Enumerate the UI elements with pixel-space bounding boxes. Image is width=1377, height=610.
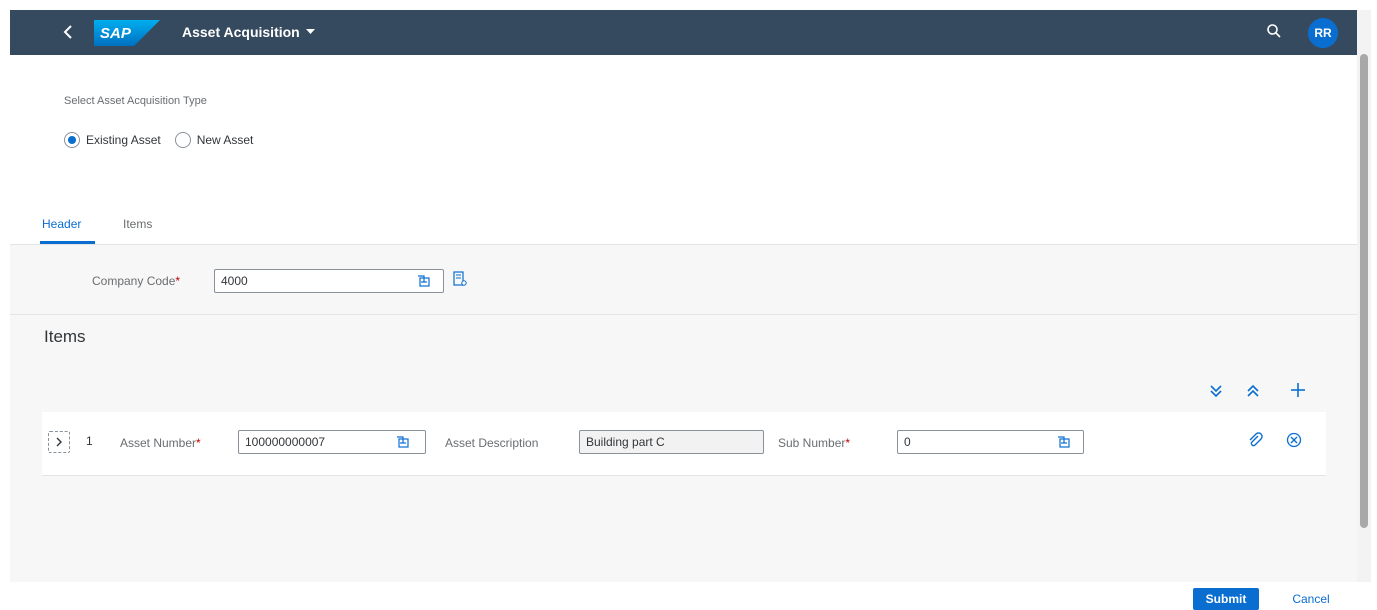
submit-button[interactable]: Submit — [1193, 588, 1259, 610]
caret-down-icon — [305, 29, 315, 34]
radio-existing-asset-label[interactable]: Existing Asset — [86, 133, 161, 147]
shell-bar: SAP Asset Acquisition RR — [10, 10, 1357, 55]
search-icon — [1267, 24, 1281, 38]
required-marker: * — [175, 274, 181, 288]
acquisition-type-radio-group: Existing Asset New Asset — [64, 132, 261, 148]
app-title-menu[interactable]: Asset Acquisition — [182, 24, 315, 40]
search-button[interactable] — [1266, 23, 1286, 43]
footer-toolbar: Submit Cancel — [0, 582, 1377, 610]
scrollbar-thumb[interactable] — [1360, 54, 1368, 528]
value-help-icon[interactable] — [395, 434, 411, 450]
radio-existing-asset[interactable] — [64, 132, 80, 148]
logo-text: SAP — [100, 25, 131, 42]
plus-icon — [1291, 383, 1305, 397]
app-title: Asset Acquisition — [182, 24, 300, 40]
sub-number-label: Sub Number* — [778, 436, 851, 450]
tab-bar: Header Items — [10, 210, 1357, 245]
company-code-label: Company Code* — [92, 274, 181, 288]
user-avatar[interactable]: RR — [1308, 18, 1338, 48]
row-number: 1 — [86, 434, 93, 448]
items-section-title: Items — [44, 327, 86, 346]
cancel-button[interactable]: Cancel — [1286, 588, 1336, 610]
vertical-scrollbar[interactable] — [1357, 10, 1371, 582]
row-expand-button[interactable] — [48, 431, 70, 453]
table-row: 1 Asset Number* 100000000007 Asset Descr… — [42, 412, 1326, 476]
chevron-right-icon — [56, 437, 62, 447]
tab-header[interactable]: Header — [42, 217, 81, 231]
attachment-button[interactable] — [1245, 432, 1265, 452]
double-chevron-down-icon — [1210, 385, 1222, 398]
tab-header-indicator — [40, 241, 95, 244]
asset-description-field: Building part C — [579, 430, 764, 454]
tab-items[interactable]: Items — [123, 217, 152, 231]
delete-row-button[interactable] — [1284, 432, 1304, 452]
paperclip-icon — [1249, 432, 1263, 447]
display-document-icon[interactable] — [452, 271, 468, 287]
collapse-all-button[interactable] — [1243, 384, 1263, 404]
company-code-input[interactable]: 4000 — [214, 269, 444, 293]
header-section — [10, 245, 1357, 315]
close-circle-icon — [1286, 432, 1302, 448]
asset-number-label: Asset Number* — [120, 436, 201, 450]
asset-description-label: Asset Description — [445, 436, 539, 450]
acquisition-type-label: Select Asset Acquisition Type — [64, 95, 207, 107]
double-chevron-up-icon — [1247, 384, 1259, 397]
required-marker: * — [845, 436, 851, 450]
add-item-button[interactable] — [1288, 383, 1308, 403]
required-marker: * — [196, 436, 201, 450]
value-help-icon[interactable] — [1056, 434, 1072, 450]
radio-new-asset-label[interactable]: New Asset — [197, 133, 254, 147]
chevron-left-icon — [63, 25, 72, 39]
radio-new-asset[interactable] — [174, 132, 191, 148]
back-button[interactable] — [56, 20, 80, 44]
expand-all-button[interactable] — [1206, 384, 1226, 404]
value-help-icon[interactable] — [416, 273, 432, 289]
